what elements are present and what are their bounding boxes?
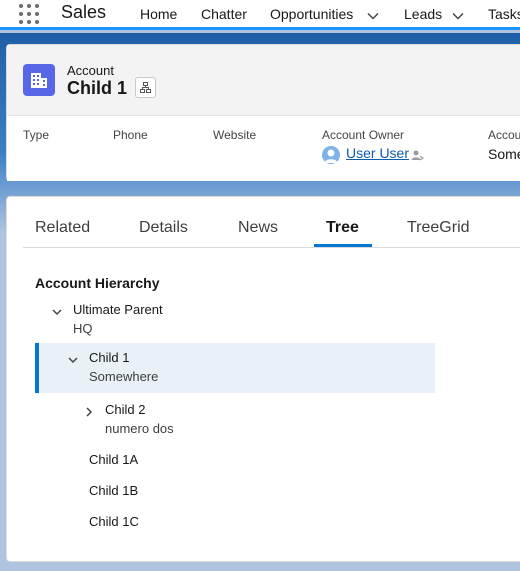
account-icon	[23, 64, 55, 96]
record-highlights-panel: Account Child 1 Type Phone Website Accou…	[6, 44, 520, 181]
chevron-down-icon[interactable]	[51, 305, 63, 317]
tab-details[interactable]: Details	[139, 219, 188, 237]
nav-item-tasks[interactable]: Tasks	[488, 6, 520, 22]
field-label-phone: Phone	[113, 128, 148, 142]
field-label-account-owner: Account Owner	[322, 128, 405, 142]
chevron-down-icon[interactable]	[67, 353, 79, 365]
tree-item-ultimate-parent[interactable]: Ultimate Parent HQ	[35, 301, 435, 339]
record-header: Account Child 1	[7, 45, 520, 115]
tab-bar: Related Details News Tree TreeGrid	[23, 211, 520, 248]
nav-item-opportunities[interactable]: Opportunities	[270, 6, 353, 22]
app-name: Sales	[61, 2, 107, 22]
tree-item-label: Child 1C	[89, 514, 139, 529]
chevron-down-icon[interactable]	[366, 9, 380, 23]
record-tabs-card: Related Details News Tree TreeGrid Accou…	[6, 196, 520, 562]
tree-item-label: Child 2	[105, 402, 146, 417]
nav-item-leads[interactable]: Leads	[404, 6, 442, 22]
tree-item-label: Child 1	[89, 350, 130, 365]
chevron-right-icon[interactable]	[83, 405, 95, 417]
tab-news[interactable]: News	[238, 219, 278, 237]
tab-tree[interactable]: Tree	[326, 219, 359, 237]
tree-item-label: Child 1A	[89, 452, 139, 467]
tab-treegrid[interactable]: TreeGrid	[407, 219, 470, 237]
nav-item-home[interactable]: Home	[140, 6, 177, 22]
chevron-down-icon[interactable]	[451, 9, 465, 23]
tab-related[interactable]: Related	[35, 219, 90, 237]
tree-item-label: Child 1B	[89, 483, 139, 498]
tree-item-label: Ultimate Parent	[73, 302, 163, 317]
nav-item-chatter[interactable]: Chatter	[201, 6, 247, 22]
tree-item-child-1[interactable]: Child 1 Somewhere	[35, 343, 435, 393]
tree-item-meta: numero dos	[105, 421, 174, 436]
tree-item-child-2[interactable]: Child 2 numero dos	[35, 401, 435, 439]
tree-item-child-1b[interactable]: Child 1B	[35, 482, 435, 502]
field-label-website: Website	[213, 128, 257, 142]
tree-heading: Account Hierarchy	[35, 275, 160, 291]
record-title: Child 1	[67, 78, 128, 98]
global-nav: Sales Home Chatter Opportunities Leads T…	[0, 0, 520, 30]
tree-item-child-1c[interactable]: Child 1C	[35, 513, 435, 533]
field-label-account-site: Accou	[488, 128, 520, 142]
hierarchy-icon	[140, 82, 151, 93]
tree-item-meta: Somewhere	[89, 369, 159, 384]
field-label-type: Type	[23, 128, 50, 142]
highlight-fields: Type Phone Website Account Owner User Us…	[7, 115, 520, 181]
account-owner-link[interactable]: User User	[346, 145, 409, 161]
change-owner-icon[interactable]	[410, 148, 425, 162]
tree-item-child-1a[interactable]: Child 1A	[35, 451, 435, 471]
record-object-type: Account	[67, 63, 114, 78]
tree-item-meta: HQ	[73, 321, 93, 336]
active-tab-indicator	[314, 244, 372, 247]
field-value-account-site: Some	[488, 146, 520, 162]
avatar	[322, 146, 340, 164]
view-hierarchy-button[interactable]	[135, 77, 156, 98]
app-launcher-icon[interactable]	[18, 3, 40, 25]
